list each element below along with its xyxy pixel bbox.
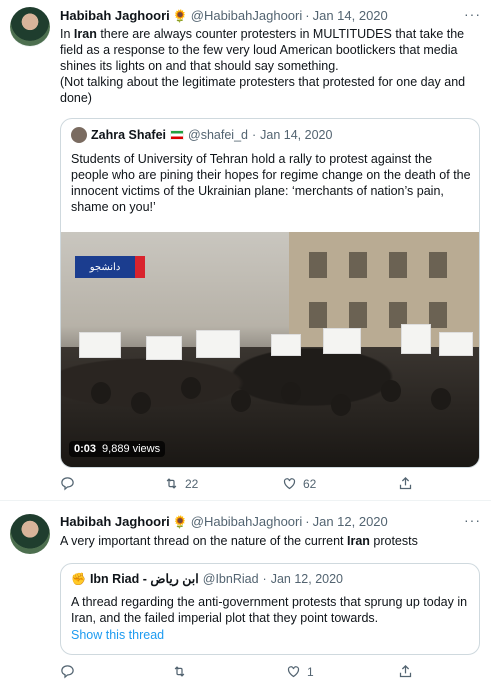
tweet-date[interactable]: Jan 12, 2020: [313, 514, 388, 529]
quoted-tweet[interactable]: Zahra Shafei @shafei_d · Jan 14, 2020 St…: [60, 118, 480, 468]
author-handle[interactable]: @HabibahJaghoori: [191, 8, 303, 23]
retweet-icon: [166, 478, 177, 489]
tweet-text-part: protests: [369, 534, 418, 548]
separator-dot: ·: [262, 571, 267, 586]
like-count: 1: [307, 664, 314, 679]
quoted-tweet[interactable]: ✊ Ibn Riad - ابن رياض @IbnRiad · Jan 12,…: [60, 563, 480, 655]
quote-date: Jan 12, 2020: [270, 571, 344, 586]
retweet-icon: [174, 666, 185, 677]
like-button[interactable]: 62: [282, 476, 316, 491]
tweet-text-bold: Iran: [346, 534, 370, 548]
heart-icon: [283, 478, 296, 490]
like-button[interactable]: 1: [286, 664, 314, 679]
quote-avatar: [71, 127, 87, 143]
retweet-count: 22: [185, 476, 199, 491]
sunflower-icon: 🌻: [172, 514, 188, 529]
quote-author-handle: @shafei_d: [188, 128, 248, 142]
video-player[interactable]: دانشجو 0:03 9,889 views: [61, 232, 479, 467]
reply-icon: [61, 477, 74, 491]
tweet-text-bold: Iran: [73, 27, 97, 41]
author-name[interactable]: Habibah Jaghoori: [60, 514, 170, 529]
share-icon: [399, 476, 412, 490]
quote-text: Students of University of Tehran hold a …: [71, 152, 471, 214]
separator-dot: ·: [305, 514, 310, 529]
iran-flag-icon: [170, 130, 185, 140]
video-time: 0:03: [74, 443, 97, 455]
quote-date: Jan 14, 2020: [260, 128, 333, 142]
retweet-button[interactable]: 22: [164, 476, 198, 491]
tweet-text: A very important thread on the nature of…: [60, 533, 480, 549]
author-name[interactable]: Habibah Jaghoori: [60, 8, 170, 23]
separator-dot: ·: [251, 128, 257, 142]
tweet-header: Habibah Jaghoori 🌻 @HabibahJaghoori · Ja…: [60, 514, 388, 529]
show-thread-link[interactable]: Show this thread: [71, 628, 164, 642]
tweet-actions: 1: [60, 664, 480, 684]
tweet-text-part: (Not talking about the legitimate protes…: [60, 75, 466, 105]
quote-text: A thread regarding the anti-government p…: [71, 595, 468, 625]
share-button[interactable]: [398, 476, 413, 491]
heart-icon: [287, 666, 300, 678]
sunflower-icon: 🌻: [172, 8, 188, 23]
quote-author-name: Ibn Riad - ابن رياض: [89, 572, 199, 586]
avatar[interactable]: [10, 7, 50, 47]
separator-dot: ·: [305, 8, 310, 23]
video-stats: 0:03 9,889 views: [69, 441, 166, 457]
reply-icon: [61, 665, 74, 679]
retweet-button[interactable]: [172, 664, 193, 679]
tweet-header: Habibah Jaghoori 🌻 @HabibahJaghoori · Ja…: [60, 8, 388, 23]
raised-fist-icon: ✊: [71, 571, 86, 586]
tweet-text-part: A very important thread on the nature of…: [60, 534, 347, 548]
tweet-actions: 22 62: [60, 476, 480, 496]
quote-header: ✊ Ibn Riad - ابن رياض @IbnRiad · Jan 12,…: [71, 571, 344, 587]
reply-button[interactable]: [60, 664, 81, 679]
tweet-date[interactable]: Jan 14, 2020: [313, 8, 388, 23]
more-options-icon[interactable]: ···: [464, 6, 481, 22]
avatar[interactable]: [10, 514, 50, 554]
channel-logo: دانشجو: [75, 256, 145, 278]
like-count: 62: [303, 476, 317, 491]
share-icon: [399, 664, 412, 678]
tweet-text-part: In: [60, 27, 74, 41]
quote-author-handle: @IbnRiad: [202, 571, 259, 586]
tweet-text: In Iran there are always counter protest…: [60, 26, 480, 106]
quote-header: Zahra Shafei @shafei_d · Jan 14, 2020: [71, 127, 332, 143]
video-views: 9,889 views: [102, 443, 161, 455]
author-handle[interactable]: @HabibahJaghoori: [191, 514, 303, 529]
share-button[interactable]: [398, 664, 413, 679]
quote-author-name: Zahra Shafei: [91, 128, 167, 142]
reply-button[interactable]: [60, 476, 81, 491]
tweet-text-part: there are always counter protesters in M…: [60, 27, 465, 73]
more-options-icon[interactable]: ···: [464, 512, 481, 528]
